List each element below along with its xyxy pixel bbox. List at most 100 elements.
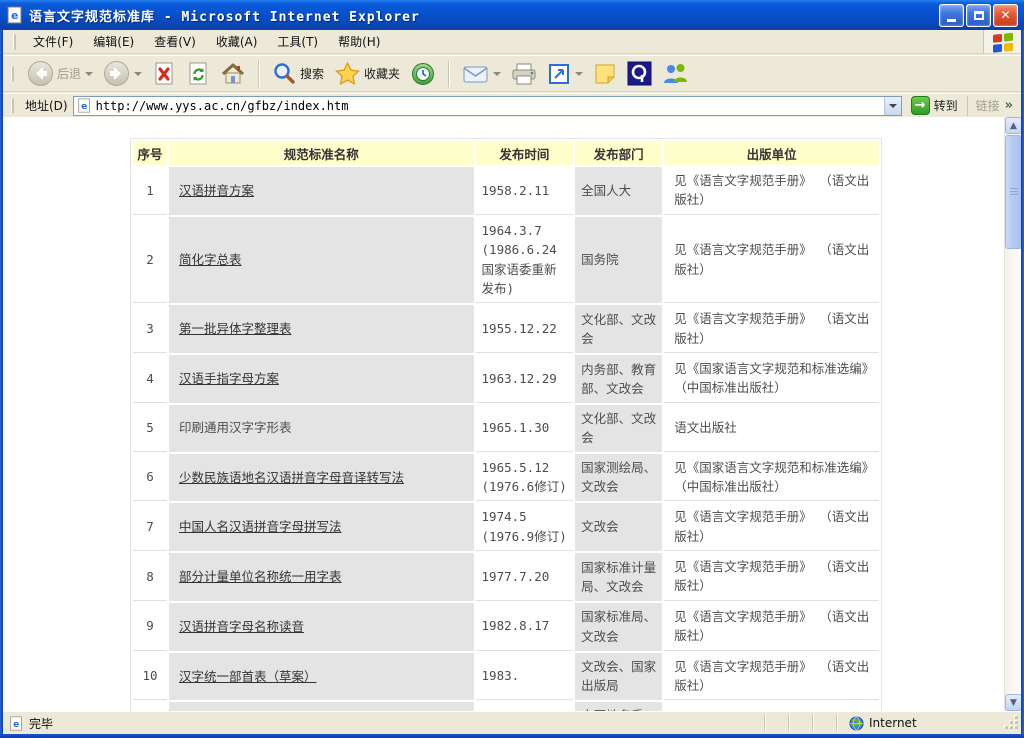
title-bar: e 语言文字规范标准库 - Microsoft Internet Explore… xyxy=(0,0,1024,30)
header-publish-date: 发布时间 xyxy=(476,141,574,165)
browser-viewport: 序号 规范标准名称 发布时间 发布部门 出版单位 1 汉语拼音方案 1958.2… xyxy=(3,117,1021,711)
mail-dropdown-icon[interactable] xyxy=(493,72,501,76)
table-row: 8 部分计量单位名称统一用字表 1977.7.20 国家标准计量局、文改会 见《… xyxy=(133,553,879,601)
search-label: 搜索 xyxy=(300,65,324,82)
go-button[interactable]: → 转到 xyxy=(907,95,962,116)
status-separator-3 xyxy=(812,715,814,731)
publish-dept: 文化部、文改会 xyxy=(575,305,662,353)
toolbar-separator xyxy=(258,61,260,87)
messenger-button[interactable] xyxy=(659,59,692,88)
menu-file[interactable]: 文件(F) xyxy=(24,30,82,53)
publisher: 见《国家语言文字规范和标准选编》（中国标准出版社） xyxy=(664,355,879,403)
scroll-up-button[interactable]: ▲ xyxy=(1005,117,1021,134)
home-button[interactable] xyxy=(217,59,249,89)
table-row: 4 汉语手指字母方案 1963.12.29 内务部、教育部、文改会 见《国家语言… xyxy=(133,355,879,403)
row-number: 10 xyxy=(133,653,167,701)
row-number: 11 xyxy=(133,702,167,711)
row-number: 9 xyxy=(133,603,167,651)
table-row: 11 中国地名汉语拼音字母拼写规则（汉语地名部分） 1984.12.25 中国地… xyxy=(133,702,879,711)
stop-icon xyxy=(152,61,176,87)
favorites-button[interactable]: 收藏夹 xyxy=(331,59,403,89)
table-row: 9 汉语拼音字母名称读音 1982.8.17 国家标准局、文改会 见《语言文字规… xyxy=(133,603,879,651)
standard-name[interactable]: 汉语拼音字母名称读音 xyxy=(179,619,304,634)
standard-name[interactable]: 汉语拼音方案 xyxy=(179,183,254,198)
menu-tools[interactable]: 工具(T) xyxy=(268,30,327,53)
address-bar: 地址(D) e http://www.yys.ac.cn/gfbz/index.… xyxy=(3,93,1021,117)
minimize-button[interactable] xyxy=(939,4,964,27)
maximize-button[interactable] xyxy=(966,4,991,27)
address-dropdown-button[interactable] xyxy=(884,97,901,115)
note-icon xyxy=(593,62,617,86)
q-logo-button[interactable] xyxy=(624,59,655,88)
resize-button[interactable] xyxy=(544,60,586,88)
publisher: 见《语言文字规范手册》 （语文出版社） xyxy=(664,167,879,215)
publisher: 见《语言文字规范手册》 （语文出版社） xyxy=(664,217,879,304)
mail-button[interactable] xyxy=(459,61,504,87)
print-button[interactable] xyxy=(508,60,540,88)
svg-text:e: e xyxy=(13,718,19,729)
publish-date: 1984.12.25 xyxy=(476,702,574,711)
publish-date: 1955.12.22 xyxy=(476,305,574,353)
publish-date: 1974.5 (1976.9修订) xyxy=(476,503,574,551)
menu-help[interactable]: 帮助(H) xyxy=(329,30,389,53)
toolbar: 后退 xyxy=(3,55,1021,92)
status-text: 完毕 xyxy=(29,715,53,732)
forward-icon xyxy=(103,60,130,87)
publish-dept: 中国地名委、文改会、国家测绘局 xyxy=(575,702,662,711)
svg-text:e: e xyxy=(81,101,87,112)
menu-edit[interactable]: 编辑(E) xyxy=(84,30,143,53)
scrollbar-thumb[interactable] xyxy=(1005,135,1021,249)
standard-name[interactable]: 第一批异体字整理表 xyxy=(179,321,292,336)
standard-name[interactable]: 部分计量单位名称统一用字表 xyxy=(179,569,342,584)
table-row: 1 汉语拼音方案 1958.2.11 全国人大 见《语言文字规范手册》 （语文出… xyxy=(133,167,879,215)
row-number: 8 xyxy=(133,553,167,601)
chevron-down-icon xyxy=(889,104,897,108)
svg-text:e: e xyxy=(11,9,18,22)
publisher: 见《语言文字规范手册》 （语文出版社） xyxy=(664,305,879,353)
standard-name[interactable]: 汉字统一部首表（草案） xyxy=(179,669,317,684)
back-button[interactable]: 后退 xyxy=(24,58,96,89)
menu-favorites[interactable]: 收藏(A) xyxy=(207,30,267,53)
resize-dropdown-icon[interactable] xyxy=(575,72,583,76)
standard-name[interactable]: 汉语手指字母方案 xyxy=(179,371,279,386)
search-icon xyxy=(272,61,297,86)
go-arrow-icon: → xyxy=(911,96,930,115)
row-number: 5 xyxy=(133,405,167,452)
standard-name[interactable]: 简化字总表 xyxy=(179,252,242,267)
links-bar[interactable]: 链接 » xyxy=(967,96,1017,116)
go-label: 转到 xyxy=(934,97,958,114)
resize-grip[interactable] xyxy=(1005,716,1019,730)
menu-view[interactable]: 查看(V) xyxy=(145,30,205,53)
close-icon: ✕ xyxy=(1000,9,1010,21)
publish-dept: 文改会 xyxy=(575,503,662,551)
publish-dept: 文改会、国家出版局 xyxy=(575,653,662,701)
standards-table: 序号 规范标准名称 发布时间 发布部门 出版单位 1 汉语拼音方案 1958.2… xyxy=(130,138,882,711)
header-publish-dept: 发布部门 xyxy=(575,141,662,165)
address-grip xyxy=(11,98,14,114)
publish-date: 1963.12.29 xyxy=(476,355,574,403)
publisher: 见《语言文字规范手册》 （语文出版社） xyxy=(664,603,879,651)
table-row: 5 印刷通用汉字字形表 1965.1.30 文化部、文改会 语文出版社 xyxy=(133,405,879,452)
publish-date: 1977.7.20 xyxy=(476,553,574,601)
vertical-scrollbar[interactable]: ▲ ▼ xyxy=(1004,117,1021,711)
row-number: 1 xyxy=(133,167,167,215)
note-button[interactable] xyxy=(590,60,620,88)
messenger-people-icon xyxy=(662,61,689,86)
close-button[interactable]: ✕ xyxy=(993,4,1018,27)
table-header-row: 序号 规范标准名称 发布时间 发布部门 出版单位 xyxy=(133,141,879,165)
thumb-grip-icon xyxy=(1010,188,1018,189)
publish-dept: 文化部、文改会 xyxy=(575,405,662,452)
back-dropdown-icon[interactable] xyxy=(85,72,93,76)
standard-name[interactable]: 中国人名汉语拼音字母拼写法 xyxy=(179,519,342,534)
search-button[interactable]: 搜索 xyxy=(269,59,327,88)
forward-button[interactable] xyxy=(100,58,145,89)
forward-dropdown-icon[interactable] xyxy=(134,72,142,76)
address-input[interactable]: e http://www.yys.ac.cn/gfbz/index.htm xyxy=(73,96,902,116)
security-zone-pane: Internet xyxy=(849,716,999,731)
standard-name[interactable]: 少数民族语地名汉语拼音字母音译转写法 xyxy=(179,470,404,485)
refresh-button[interactable] xyxy=(183,59,213,89)
history-button[interactable] xyxy=(407,59,439,89)
scroll-down-button[interactable]: ▼ xyxy=(1005,694,1021,711)
stop-button[interactable] xyxy=(149,59,179,89)
ie-window: { "window": { "title": "语言文字规范标准库 - Micr… xyxy=(0,0,1024,738)
